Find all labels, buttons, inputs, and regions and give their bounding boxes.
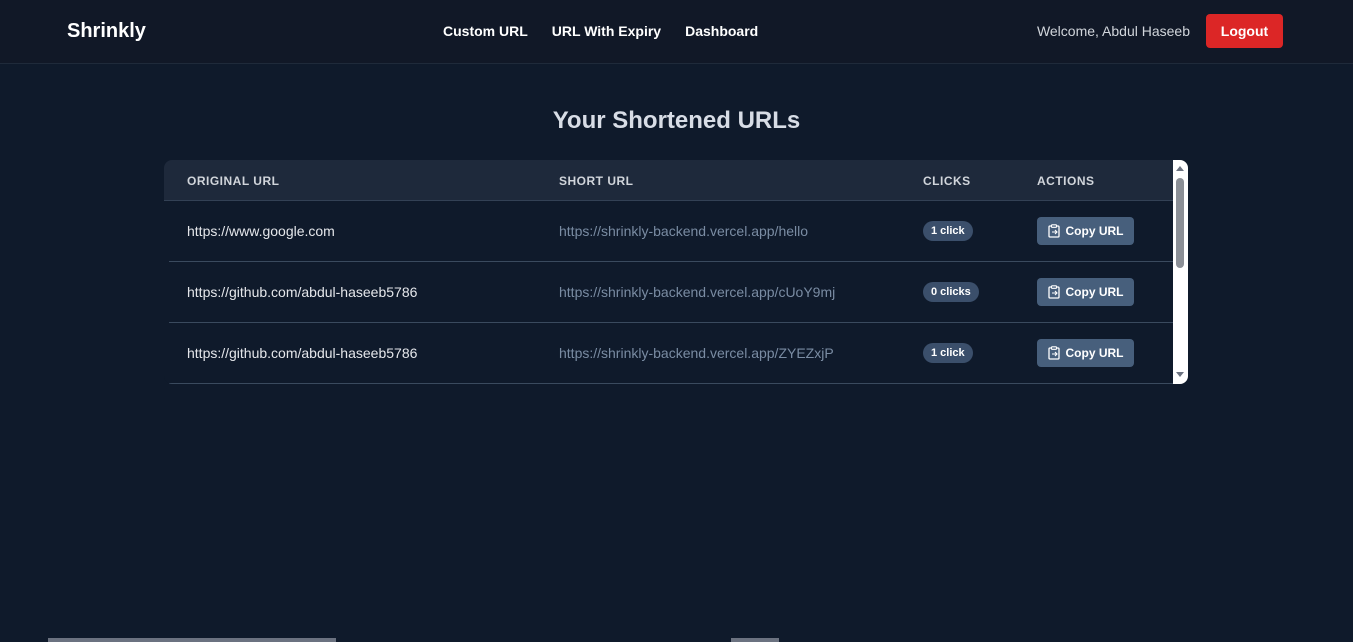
table-row: https://www.google.com https://shrinkly-… [169, 201, 1173, 262]
copy-url-button[interactable]: Copy URL [1037, 339, 1134, 367]
table-row: https://github.com/abdul-haseeb5786 http… [169, 262, 1173, 323]
clicks-badge: 1 click [923, 221, 973, 241]
short-url-link[interactable]: https://shrinkly-backend.vercel.app/cUoY… [559, 284, 835, 300]
brand-logo[interactable]: Shrinkly [67, 20, 146, 43]
nav-link-custom-url[interactable]: Custom URL [443, 23, 528, 39]
original-url: https://github.com/abdul-haseeb5786 [187, 284, 418, 300]
table-scrollbar[interactable] [1173, 160, 1188, 384]
clipboard-icon [1047, 224, 1060, 238]
navbar: Shrinkly Custom URL URL With Expiry Dash… [0, 0, 1353, 64]
scrollbar-thumb[interactable] [1176, 178, 1184, 268]
original-url: https://github.com/abdul-haseeb5786 [187, 345, 418, 361]
nav-link-dashboard[interactable]: Dashboard [685, 23, 758, 39]
copy-url-button[interactable]: Copy URL [1037, 278, 1134, 306]
bottom-divider [731, 638, 779, 642]
short-url-link[interactable]: https://shrinkly-backend.vercel.app/ZYEZ… [559, 345, 834, 361]
table-header: ORIGINAL URL SHORT URL CLICKS ACTIONS [164, 160, 1173, 201]
copy-url-label: Copy URL [1065, 224, 1124, 238]
scroll-down-arrow-icon[interactable] [1176, 372, 1184, 377]
copy-url-label: Copy URL [1065, 285, 1124, 299]
short-url-link[interactable]: https://shrinkly-backend.vercel.app/hell… [559, 223, 808, 239]
nav-links: Custom URL URL With Expiry Dashboard [443, 23, 758, 39]
bottom-divider [48, 638, 336, 642]
header-original-url: ORIGINAL URL [187, 174, 280, 188]
header-actions: ACTIONS [1037, 174, 1095, 188]
header-short-url: SHORT URL [559, 174, 634, 188]
header-clicks: CLICKS [923, 174, 971, 188]
clicks-badge: 1 click [923, 343, 973, 363]
copy-url-button[interactable]: Copy URL [1037, 217, 1134, 245]
clicks-badge: 0 clicks [923, 282, 979, 302]
urls-table: ORIGINAL URL SHORT URL CLICKS ACTIONS ht… [164, 160, 1188, 384]
original-url: https://www.google.com [187, 223, 335, 239]
welcome-text: Welcome, Abdul Haseeb [1036, 23, 1190, 39]
page-title: Your Shortened URLs [552, 107, 801, 134]
clipboard-icon [1047, 285, 1060, 299]
nav-link-url-with-expiry[interactable]: URL With Expiry [552, 23, 661, 39]
copy-url-label: Copy URL [1065, 346, 1124, 360]
logout-button[interactable]: Logout [1206, 14, 1283, 48]
table-row: https://github.com/abdul-haseeb5786 http… [169, 323, 1173, 384]
scroll-up-arrow-icon[interactable] [1176, 166, 1184, 171]
clipboard-icon [1047, 346, 1060, 360]
